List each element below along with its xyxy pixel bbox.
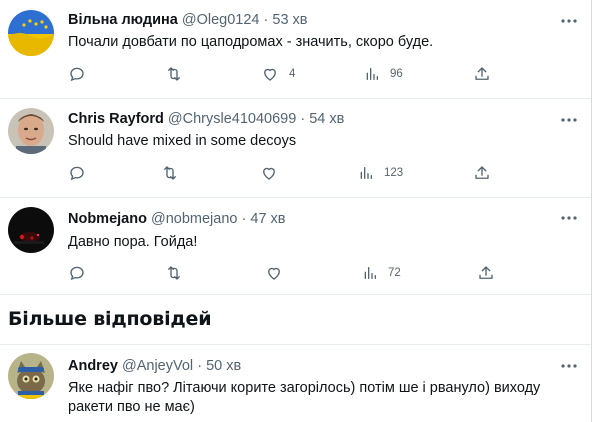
retweet-icon xyxy=(160,164,180,182)
separator-dot: · xyxy=(241,211,247,227)
author-handle[interactable]: @AnjeyVol xyxy=(122,358,193,374)
retweet-button[interactable] xyxy=(164,263,184,283)
separator-dot: · xyxy=(263,12,269,28)
action-bar: 123 xyxy=(68,163,508,183)
avatar[interactable] xyxy=(8,207,54,253)
views-button[interactable]: 72 xyxy=(362,263,401,283)
action-bar: 4 96 xyxy=(68,64,508,84)
like-button[interactable] xyxy=(265,263,283,283)
views-count: 72 xyxy=(388,267,401,279)
like-icon xyxy=(260,164,278,182)
timestamp[interactable]: 53 хв xyxy=(272,12,307,28)
reply-button[interactable] xyxy=(68,263,86,283)
reply-button[interactable] xyxy=(68,163,86,183)
reply-icon xyxy=(68,65,86,83)
action-bar: 72 xyxy=(68,263,508,283)
more-replies-heading: Більше відповідей xyxy=(8,308,212,330)
author-handle[interactable]: @Chrysle41040699 xyxy=(168,111,296,127)
tweet-text: Давно пора. Гойда! xyxy=(68,234,198,250)
like-icon xyxy=(265,264,283,282)
share-button[interactable] xyxy=(473,64,491,84)
more-icon[interactable] xyxy=(559,209,579,227)
tweet-text: Почали довбати по цаподромах - значить, … xyxy=(68,34,434,50)
separator-dot: · xyxy=(300,111,306,127)
views-button[interactable]: 123 xyxy=(358,163,403,183)
replies-timeline: Вільна людина @Oleg0124 · 53 хв Почали д… xyxy=(0,0,592,422)
timestamp[interactable]: 50 хв xyxy=(206,358,241,374)
tweet-text: Should have mixed in some decoys xyxy=(68,133,297,149)
retweet-button[interactable] xyxy=(160,163,180,183)
more-icon[interactable] xyxy=(559,12,579,30)
author-name[interactable]: Chris Rayford xyxy=(68,111,164,127)
avatar[interactable] xyxy=(8,353,54,399)
author-name[interactable]: Nobmejano xyxy=(68,211,147,227)
views-icon xyxy=(358,165,374,181)
share-icon xyxy=(473,164,491,182)
share-button[interactable] xyxy=(473,163,491,183)
reply-icon xyxy=(68,164,86,182)
views-count: 123 xyxy=(384,167,404,179)
retweet-button[interactable] xyxy=(164,64,184,84)
more-icon[interactable] xyxy=(559,357,579,375)
like-count: 4 xyxy=(289,68,296,80)
like-button[interactable] xyxy=(260,163,278,183)
tweet-3[interactable]: Nobmejano @nobmejano · 47 хв Давно пора.… xyxy=(0,197,591,295)
tweet-2[interactable]: Chris Rayford @Chrysle41040699 · 54 хв S… xyxy=(0,98,591,198)
separator-dot: · xyxy=(197,358,203,374)
views-button[interactable]: 96 xyxy=(364,64,403,84)
author-handle[interactable]: @Oleg0124 xyxy=(182,12,260,28)
reply-icon xyxy=(68,264,86,282)
timestamp[interactable]: 54 хв xyxy=(309,111,344,127)
retweet-icon xyxy=(164,264,184,282)
author-handle[interactable]: @nobmejano xyxy=(151,211,237,227)
views-icon xyxy=(364,66,380,82)
share-icon xyxy=(473,65,491,83)
author-name[interactable]: Вільна людина xyxy=(68,12,178,28)
like-icon xyxy=(261,65,279,83)
author-name[interactable]: Andrey xyxy=(68,358,118,374)
views-icon xyxy=(362,265,378,281)
avatar[interactable] xyxy=(8,108,54,154)
views-count: 96 xyxy=(390,68,403,80)
timestamp[interactable]: 47 хв xyxy=(250,211,285,227)
tweet-1[interactable]: Вільна людина @Oleg0124 · 53 хв Почали д… xyxy=(0,0,591,99)
tweet-text-line: ракети пво не має) xyxy=(68,399,195,415)
tweet-text: Яке нафіг пво? Літаючи корите загорілось… xyxy=(68,379,588,417)
tweet-text-line: Яке нафіг пво? Літаючи корите загорілось… xyxy=(68,380,541,396)
retweet-icon xyxy=(164,65,184,83)
like-button[interactable]: 4 xyxy=(261,64,295,84)
share-icon xyxy=(477,264,495,282)
avatar[interactable] xyxy=(8,10,54,56)
share-button[interactable] xyxy=(477,263,495,283)
reply-button[interactable] xyxy=(68,64,86,84)
more-icon[interactable] xyxy=(559,111,579,129)
tweet-4[interactable]: Andrey @AnjeyVol · 50 хв Яке нафіг пво? … xyxy=(0,344,591,422)
